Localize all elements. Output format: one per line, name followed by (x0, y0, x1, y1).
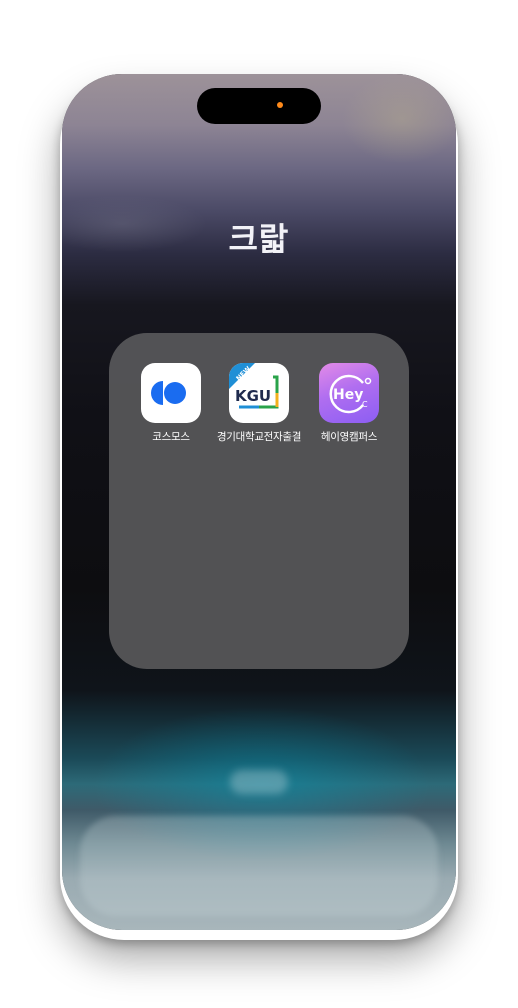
kgu-logo-text: KGU (235, 387, 271, 405)
hey-logo-subtext: C (362, 400, 368, 409)
app-folder: 코스모스 NEW KGU 경기대학교전자출결 Hey C 헤이영캠퍼스 (109, 333, 409, 669)
app-hey-young-campus[interactable]: Hey C 헤이영캠퍼스 (304, 363, 394, 444)
page-indicator[interactable] (230, 770, 288, 794)
app-kgu-attendance[interactable]: NEW KGU 경기대학교전자출결 (214, 363, 304, 444)
privacy-indicator-dot (277, 102, 283, 108)
cosmos-icon (141, 363, 201, 423)
dock (80, 816, 438, 916)
wallpaper-highlight (342, 74, 456, 164)
app-label: 헤이영캠퍼스 (320, 431, 378, 443)
kgu-icon: NEW KGU (229, 363, 289, 423)
app-label: 경기대학교전자출결 (216, 431, 302, 443)
screenshot-stage: 크랇 코스모스 NEW KGU 경기대학교전자출결 Hey C 헤이영캠퍼스 (0, 0, 518, 1008)
app-cosmos[interactable]: 코스모스 (126, 363, 216, 444)
folder-title[interactable]: 크랇 (62, 214, 456, 260)
dynamic-island (197, 88, 321, 124)
hey-young-campus-icon: Hey C (319, 363, 379, 423)
app-label: 코스모스 (152, 431, 190, 443)
phone-frame: 크랇 코스모스 NEW KGU 경기대학교전자출결 Hey C 헤이영캠퍼스 (62, 74, 456, 930)
hey-logo-text: Hey (333, 387, 363, 403)
